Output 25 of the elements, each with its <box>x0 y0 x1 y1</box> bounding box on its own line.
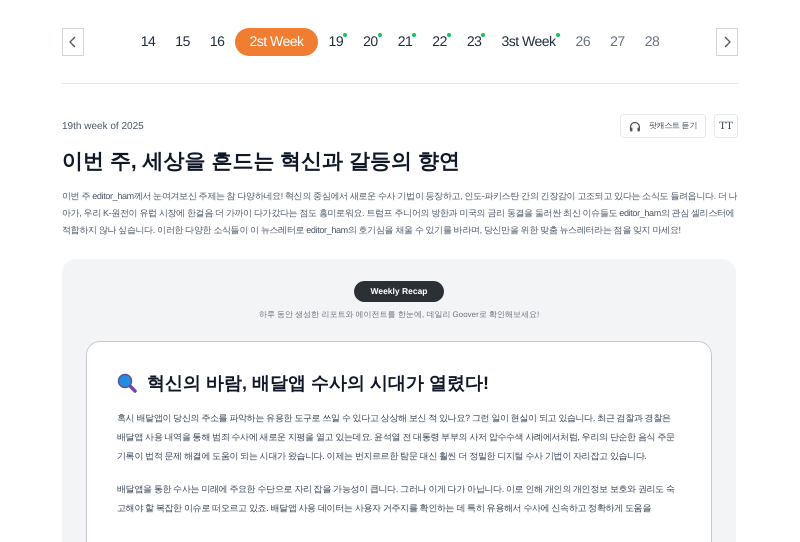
date-tab[interactable]: 14 <box>132 28 164 56</box>
date-tab[interactable]: 3st Week <box>492 28 565 56</box>
magnifier-icon <box>117 373 137 394</box>
date-tab[interactable]: 16 <box>200 28 234 56</box>
date-tab[interactable]: 15 <box>166 28 199 56</box>
date-tab[interactable]: 22 <box>423 28 456 56</box>
font-size-button[interactable]: TT <box>714 114 738 138</box>
recap-subtitle: 하루 동안 생성한 리포트와 에이전트를 한눈에, 데일리 Goover로 확인해보세요! <box>258 308 540 321</box>
previous-button[interactable] <box>62 28 84 56</box>
date-tab[interactable]: 20 <box>354 28 387 56</box>
next-button[interactable] <box>716 28 738 56</box>
page-title: 이번 주, 세상을 흔드는 혁신과 갈등의 향연 <box>62 149 461 175</box>
article-title: 혁신의 바람, 배달앱 수사의 시대가 열렸다! <box>147 372 489 395</box>
date-tab[interactable]: 23 <box>458 28 490 56</box>
week-label: 19th week of 2025 <box>62 120 144 134</box>
intro-paragraph: 이번 주 editor_ham께서 눈여겨보신 주제는 참 다양하네요! 혁신의 중심에서 새로운 수사 기법이 등장하고, 인도-파키스탄 간의 긴장감이 고조되고 있다는 소식도 들려옵니다. 더 나아가, 우리 K-원전이 유럽 시장에 한걸음 더 가까이 다가갔다는 점도 흥미로워요. 트럼프 주니어의 방한과 미국의 금리 동결을 둘러싼 최신 이슈들도 editor_ham의 관심 셀리스터에 적합하지 않나 싶습니다. 이러한 다양한 소식들이 이 뉴스레터로 editor_ham의 호기심을 채울 수 있기를 바라며, 당신만을 위한 맞춤 뉴스레터라는 점을 잊지 마세요! <box>62 190 738 237</box>
chevron-right-icon <box>722 36 731 48</box>
chevron-left-icon <box>69 36 77 48</box>
podcast-button[interactable]: 팟캐스트 듣기 <box>620 114 706 138</box>
headphones-icon <box>629 120 641 132</box>
article-paragraph: 혹시 배달앱이 당신의 주소를 파악하는 유용한 도구로 쓰일 수 있다고 상상해 보신 적 있나요? 그런 일이 현실이 되고 있습니다. 최근 검찰과 경찰은 배달앱 사용 내역을 통해 범죄 수사에 새로운 지평을 열고 있는데요. 윤석열 전 대통령 부부의 사저 압수수색 사례에서처럼, 우리의 단순한 음식 주문 기록이 법적 문제 해결에 도움이 되는 시대가 왔습니다. 이제는 번지르르한 탐문 대신 훨씬 더 정밀한 디지털 수사 기법이 자리잡고 있습니다. <box>117 412 676 463</box>
date-tab[interactable]: 21 <box>388 28 422 56</box>
weekly-recap-badge: Weekly Recap <box>354 281 444 302</box>
article-paragraph: 배달앱을 통한 수사는 미래에 주요한 수단으로 자리 잡을 가능성이 큽니다. 그러나 이게 다가 아닙니다. 이로 인해 개인의 개인정보 보호와 권리도 숙고해야 할 복잡한 이슈로 떠오르고 있죠. 배달앱 사용 데이터는 사용자 거주지를 확인하는 데 특히 유용해서 수사에 신속하고 정확하게 도움을 <box>117 482 676 515</box>
date-tab[interactable]: 19 <box>320 28 352 56</box>
